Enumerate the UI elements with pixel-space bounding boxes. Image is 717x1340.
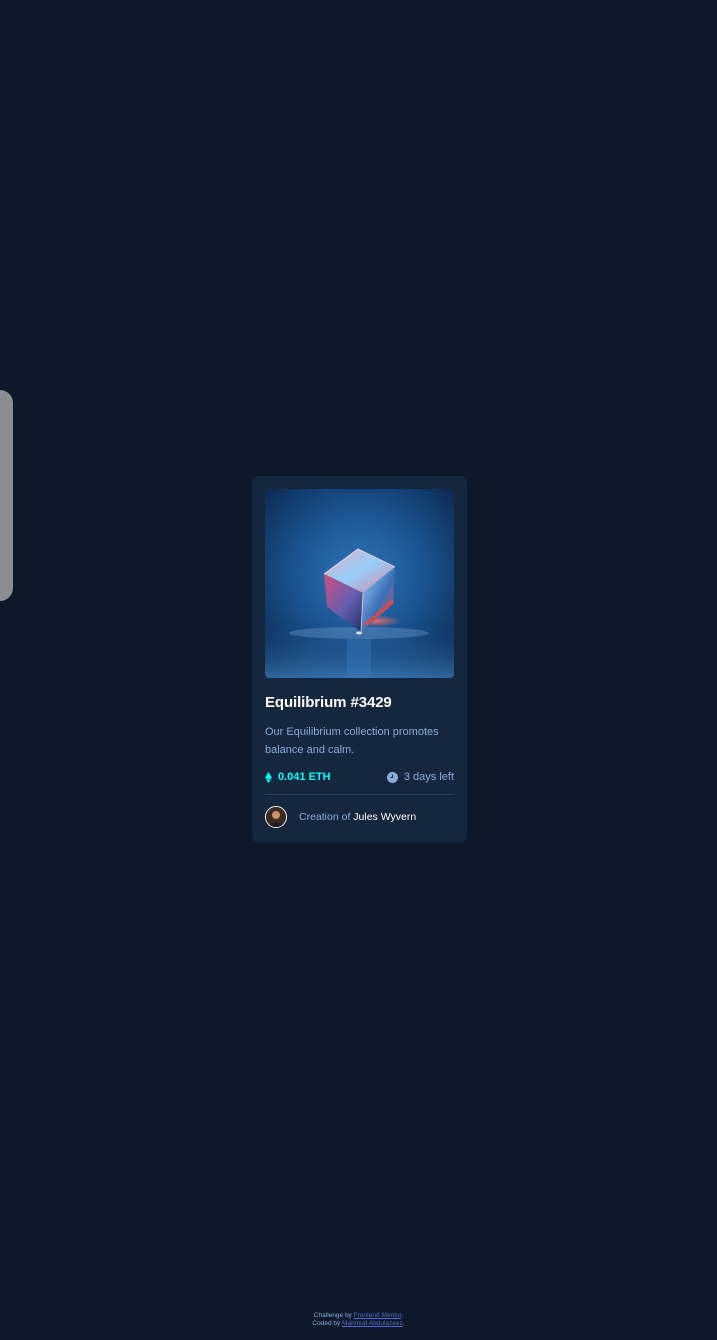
side-panel-tab[interactable] (0, 390, 13, 601)
author-link[interactable]: Mahmud Abdulazeez (342, 1320, 403, 1327)
creator-text: Creation of Jules Wyvern (299, 811, 416, 823)
attribution-challenge-line: Challenge by Frontend Mentor. (0, 1312, 717, 1320)
challenge-prefix: Challenge by (313, 1312, 352, 1319)
ethereum-icon (265, 771, 272, 783)
creation-prefix: Creation of (299, 811, 351, 823)
card-description: Our Equilibrium collection promotes bala… (265, 726, 439, 756)
creator-name-link[interactable]: Jules Wyvern (353, 811, 416, 823)
divider (265, 794, 454, 795)
coded-prefix: Coded by (312, 1320, 341, 1327)
page: Equilibrium #3429 Our Equilibrium collec… (0, 0, 717, 1340)
price: 0.041 ETH (265, 771, 331, 783)
time-remaining: 3 days left (386, 771, 454, 783)
price-value: 0.041 ETH (278, 771, 331, 783)
attribution: Challenge by Frontend Mentor. Coded by M… (0, 1312, 717, 1328)
coded-suffix: . (402, 1320, 405, 1327)
nft-image[interactable] (265, 489, 454, 678)
frontend-mentor-link[interactable]: Frontend Mentor (354, 1312, 402, 1319)
nft-card: Equilibrium #3429 Our Equilibrium collec… (252, 476, 467, 842)
card-title[interactable]: Equilibrium #3429 (265, 694, 392, 712)
card-meta: 0.041 ETH 3 days left (265, 769, 454, 785)
clock-icon (386, 771, 398, 783)
attribution-coded-line: Coded by Mahmud Abdulazeez. (0, 1320, 717, 1328)
time-left-value: 3 days left (403, 771, 454, 783)
challenge-suffix: . (401, 1312, 404, 1319)
equilibrium-cube-image (265, 489, 454, 678)
creator-row: Creation of Jules Wyvern (265, 806, 454, 828)
creator-avatar (265, 806, 287, 828)
